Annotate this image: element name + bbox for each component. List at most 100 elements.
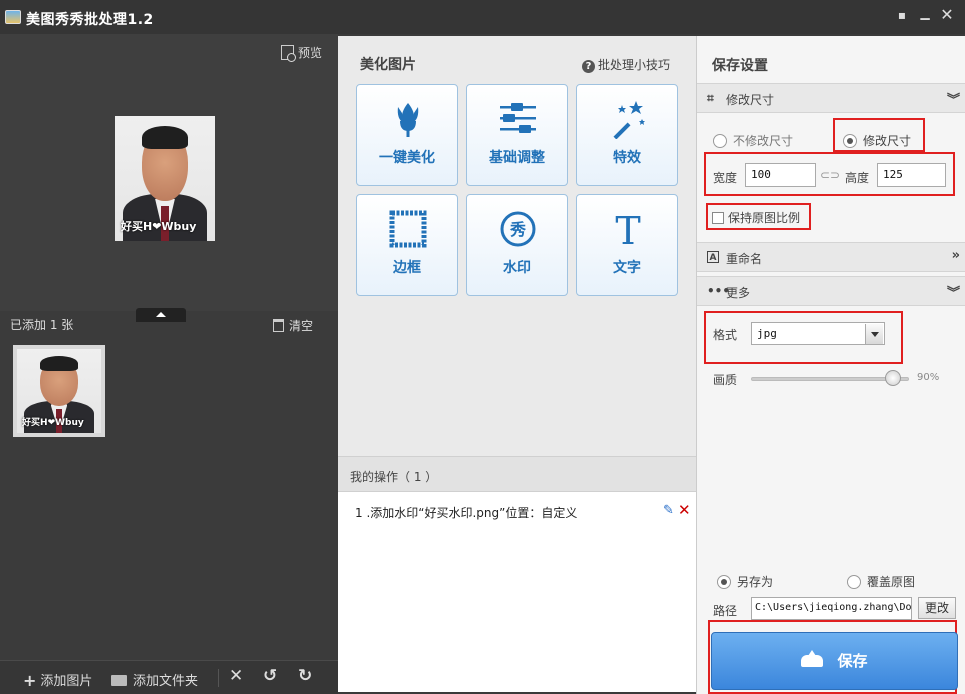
tile-effects[interactable]: 特效 — [576, 84, 678, 186]
image-thumbnail[interactable]: 好买H❤Wbuy — [13, 345, 105, 437]
thumbnail-image: 好买H❤Wbuy — [17, 349, 101, 433]
keep-ratio-label: 保持原图比例 — [728, 211, 801, 225]
save-label: 保存 — [837, 652, 868, 670]
radio-no-resize-label: 不修改尺寸 — [733, 134, 794, 148]
section-resize-header[interactable]: ⌗ 修改尺寸 ︾ — [697, 83, 965, 113]
delete-operation-icon[interactable]: ✕ — [678, 501, 691, 519]
tile-label: 特效 — [613, 150, 641, 166]
tile-auto-beautify[interactable]: 一键美化 — [356, 84, 458, 186]
radio-overwrite-label: 覆盖原图 — [867, 575, 916, 589]
beautify-title: 美化图片 — [360, 57, 416, 73]
add-image-label: 添加图片 — [40, 674, 93, 689]
radio-no-resize[interactable]: 不修改尺寸 — [713, 132, 793, 149]
path-label: 路径 — [713, 604, 738, 618]
tile-label: 边框 — [393, 260, 421, 276]
format-select[interactable]: jpg — [751, 322, 885, 345]
add-folder-label: 添加文件夹 — [133, 674, 199, 689]
link-ratio-icon[interactable]: ⊂⊃ — [820, 168, 840, 182]
width-input[interactable]: 100 — [745, 163, 816, 187]
watermark-icon: 秀 — [500, 211, 536, 247]
add-image-button[interactable]: + 添加图片 — [23, 670, 92, 690]
sliders-icon — [500, 103, 536, 133]
format-label: 格式 — [713, 328, 738, 342]
added-count-label: 已添加 1 张 — [10, 318, 74, 332]
upload-icon — [801, 650, 824, 667]
chevron-down-icon: ︾ — [946, 93, 960, 108]
radio-resize-label: 修改尺寸 — [863, 134, 912, 148]
section-rename-label: 重命名 — [726, 252, 763, 266]
chevron-right-icon: » — [951, 248, 960, 263]
toolbar-divider — [218, 669, 219, 687]
quality-slider-handle[interactable] — [885, 370, 902, 386]
save-button[interactable]: 保存 — [711, 632, 958, 690]
rotate-left-icon[interactable]: ↺ — [263, 666, 277, 686]
beautify-panel: 美化图片 ? 批处理小技巧 一键美化 基础调整 特效 边框 秀 水印 T 文字 … — [338, 36, 696, 692]
tips-label: 批处理小技巧 — [597, 58, 670, 72]
change-path-button[interactable]: 更改 — [918, 597, 956, 619]
radio-circle — [847, 575, 861, 589]
magic-wand-icon — [613, 101, 645, 139]
left-panel: 预览 好买H❤Wbuy 已添加 1 张 清空 好买H❤Wbuy + 添加图片 添… — [0, 34, 338, 694]
window-title: 美图秀秀批处理1.2 — [26, 12, 154, 28]
tile-basic-adjust[interactable]: 基础调整 — [466, 84, 568, 186]
path-input[interactable]: C:\Users\jieqiong.zhang\Do — [751, 597, 912, 620]
tile-watermark[interactable]: 秀 水印 — [466, 194, 568, 296]
preview-button[interactable]: 预览 — [280, 44, 322, 62]
clear-button[interactable]: 清空 — [273, 317, 313, 334]
radio-save-as[interactable]: 另存为 — [717, 573, 773, 590]
frame-icon — [389, 210, 427, 248]
tile-label: 一键美化 — [379, 150, 435, 166]
tulip-icon — [397, 103, 419, 137]
operations-title: 我的操作（ 1 ） — [350, 470, 438, 484]
section-resize-label: 修改尺寸 — [726, 93, 775, 107]
tile-label: 文字 — [613, 260, 641, 276]
tile-frame[interactable]: 边框 — [356, 194, 458, 296]
keep-ratio-checkbox[interactable]: 保持原图比例 — [712, 209, 800, 226]
crop-icon: ⌗ — [707, 91, 714, 105]
app-icon — [5, 10, 21, 24]
add-folder-button[interactable]: 添加文件夹 — [111, 670, 198, 689]
close-icon[interactable]: ✕ — [938, 6, 956, 24]
format-value: jpg — [757, 327, 777, 340]
tile-label: 基础调整 — [489, 150, 545, 166]
save-settings-title: 保存设置 — [712, 58, 768, 74]
edit-pencil-icon[interactable]: ✎ — [663, 503, 674, 518]
collapse-preview-toggle[interactable] — [136, 308, 186, 322]
quality-value: 90% — [917, 372, 940, 383]
minimize-icon[interactable]: ▁ — [916, 4, 934, 22]
rotate-right-icon[interactable]: ↻ — [298, 666, 312, 686]
radio-circle-selected — [717, 575, 731, 589]
thumbnail-watermark: 好买H❤Wbuy — [22, 417, 84, 428]
width-label: 宽度 — [713, 171, 738, 185]
height-input[interactable]: 125 — [877, 163, 946, 187]
radio-circle — [713, 134, 727, 148]
watermark-text: 好买H❤Wbuy — [121, 219, 197, 233]
left-toolbar: + 添加图片 添加文件夹 ✕ ↺ ↻ — [0, 660, 338, 694]
operations-list: 1 .添加水印“好买水印.png”位置：自定义 ✎ ✕ — [338, 492, 696, 692]
more-dots-icon: ••• — [707, 284, 731, 298]
dropdown-arrow-icon[interactable] — [865, 324, 883, 344]
quality-label: 画质 — [713, 373, 738, 387]
preview-image: 好买H❤Wbuy — [115, 116, 215, 241]
feedback-icon[interactable]: ▪ — [893, 6, 911, 24]
operations-header: 我的操作（ 1 ） — [338, 456, 696, 492]
section-more-header[interactable]: ••• 更多 ︾ — [697, 276, 965, 306]
section-rename-header[interactable]: A 重命名 » — [697, 242, 965, 272]
clear-label: 清空 — [289, 319, 314, 333]
title-bar: 美图秀秀批处理1.2 ▪ ▁ ✕ — [0, 0, 965, 34]
preview-label: 预览 — [297, 46, 322, 60]
folder-icon — [111, 675, 127, 686]
rename-icon: A — [707, 251, 719, 263]
chevron-down-icon: ︾ — [946, 286, 960, 301]
radio-circle-selected — [843, 134, 857, 148]
radio-resize[interactable]: 修改尺寸 — [843, 132, 911, 149]
radio-overwrite[interactable]: 覆盖原图 — [847, 573, 915, 590]
tile-text[interactable]: T 文字 — [576, 194, 678, 296]
plus-icon: + — [23, 671, 37, 690]
radio-save-as-label: 另存为 — [737, 575, 774, 589]
help-icon: ? — [581, 60, 595, 73]
text-icon: T — [615, 209, 640, 249]
tips-link[interactable]: ? 批处理小技巧 — [581, 56, 670, 73]
operation-item[interactable]: 1 .添加水印“好买水印.png”位置：自定义 — [355, 504, 577, 521]
remove-icon[interactable]: ✕ — [229, 666, 243, 686]
